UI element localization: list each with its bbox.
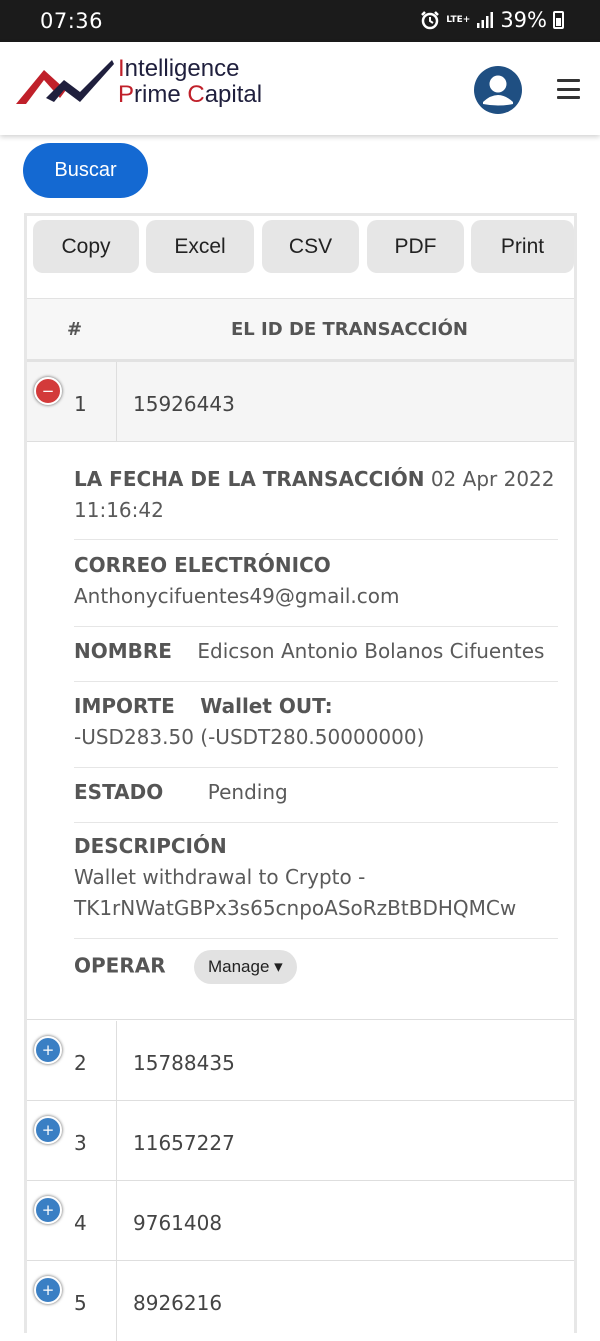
expand-row-icon[interactable]: + (34, 1276, 62, 1304)
column-header-number[interactable]: # (67, 319, 82, 340)
table-row[interactable]: + 2 15788435 (27, 1021, 574, 1101)
logo-text[interactable]: Intelligence Prime Capital (118, 56, 262, 108)
detail-amount-label: IMPORTE (74, 694, 175, 718)
csv-button[interactable]: CSV (262, 220, 359, 273)
row-index: 1 (74, 392, 87, 416)
detail-description-label: DESCRIPCIÓN (74, 834, 227, 858)
detail-description: DESCRIPCIÓN Wallet withdrawal to Crypto … (74, 831, 558, 939)
expand-row-icon[interactable]: + (34, 1036, 62, 1064)
detail-email: CORREO ELECTRÓNICO Anthonycifuentes49@gm… (74, 550, 558, 627)
pdf-button[interactable]: PDF (367, 220, 464, 273)
detail-status: ESTADO Pending (74, 777, 558, 823)
table-header: # EL ID DE TRANSACCIÓN (27, 298, 574, 362)
table-row[interactable]: + 5 8926216 (27, 1261, 574, 1341)
detail-amount-type: Wallet OUT: (200, 694, 333, 718)
alarm-icon (421, 11, 440, 30)
network-type: LTE+ (446, 14, 471, 25)
battery-percent: 39% (500, 8, 547, 32)
collapse-row-icon[interactable]: − (34, 377, 62, 405)
detail-date: LA FECHA DE LA TRANSACCIÓN 02 Apr 2022 1… (74, 464, 558, 540)
row-index: 2 (74, 1051, 87, 1075)
manage-label: Manage (207, 957, 270, 976)
detail-description-value: Wallet withdrawal to Crypto - TK1rNWatGB… (74, 865, 517, 920)
caret-down-icon: ▾ (274, 957, 283, 976)
user-avatar-icon[interactable] (474, 66, 522, 114)
detail-date-label: LA FECHA DE LA TRANSACCIÓN (74, 467, 425, 491)
hamburger-menu-icon[interactable] (557, 79, 580, 99)
signal-icon (477, 12, 494, 28)
detail-name-value: Edicson Antonio Bolanos Cifuentes (197, 639, 545, 663)
row-transaction-id: 9761408 (133, 1211, 223, 1235)
logo-line1: Intelligence (118, 55, 240, 82)
detail-operate-label: OPERAR (74, 953, 166, 978)
excel-button[interactable]: Excel (146, 220, 254, 273)
detail-email-label: CORREO ELECTRÓNICO (74, 553, 331, 577)
export-toolbar: Copy Excel CSV PDF Print (27, 216, 574, 298)
detail-status-value: Pending (207, 780, 288, 804)
print-button[interactable]: Print (471, 220, 574, 273)
expand-row-icon[interactable]: + (34, 1116, 62, 1144)
detail-name: NOMBRE Edicson Antonio Bolanos Cifuentes (74, 636, 558, 682)
row-index: 4 (74, 1211, 87, 1235)
status-icons: LTE+ 39% (420, 8, 564, 32)
table-row[interactable]: + 3 11657227 (27, 1101, 574, 1181)
column-header-transaction-id[interactable]: EL ID DE TRANSACCIÓN (231, 319, 468, 340)
detail-operate: OPERAR Manage ▾ (74, 950, 558, 1000)
row-index: 3 (74, 1131, 87, 1155)
copy-button[interactable]: Copy (33, 220, 139, 273)
logo-line2: Prime Capital (118, 81, 263, 108)
status-bar: 07:36 LTE+ 39% (0, 0, 600, 42)
manage-dropdown-button[interactable]: Manage ▾ (193, 950, 297, 984)
app-header: Intelligence Prime Capital (0, 42, 600, 135)
row-transaction-id: 15788435 (133, 1051, 235, 1075)
search-button[interactable]: Buscar (23, 143, 148, 198)
battery-icon (553, 11, 564, 29)
row-transaction-id: 15926443 (133, 392, 235, 416)
transactions-table: Copy Excel CSV PDF Print # EL ID DE TRAN… (24, 213, 577, 1341)
detail-name-label: NOMBRE (74, 639, 172, 663)
detail-status-label: ESTADO (74, 780, 164, 804)
row-index: 5 (74, 1291, 87, 1315)
row-transaction-id: 11657227 (133, 1131, 235, 1155)
status-time: 07:36 (40, 9, 104, 33)
expand-row-icon[interactable]: + (34, 1196, 62, 1224)
table-row[interactable]: − 1 15926443 (27, 362, 574, 442)
detail-email-value: Anthonycifuentes49@gmail.com (74, 584, 400, 608)
logo-icon[interactable] (16, 58, 114, 110)
row-transaction-id: 8926216 (133, 1291, 223, 1315)
detail-amount-value: -USD283.50 (-USDT280.50000000) (74, 725, 425, 749)
row-detail-panel: LA FECHA DE LA TRANSACCIÓN 02 Apr 2022 1… (27, 442, 574, 1020)
table-row[interactable]: + 4 9761408 (27, 1181, 574, 1261)
detail-amount: IMPORTE Wallet OUT: -USD283.50 (-USDT280… (74, 691, 558, 768)
